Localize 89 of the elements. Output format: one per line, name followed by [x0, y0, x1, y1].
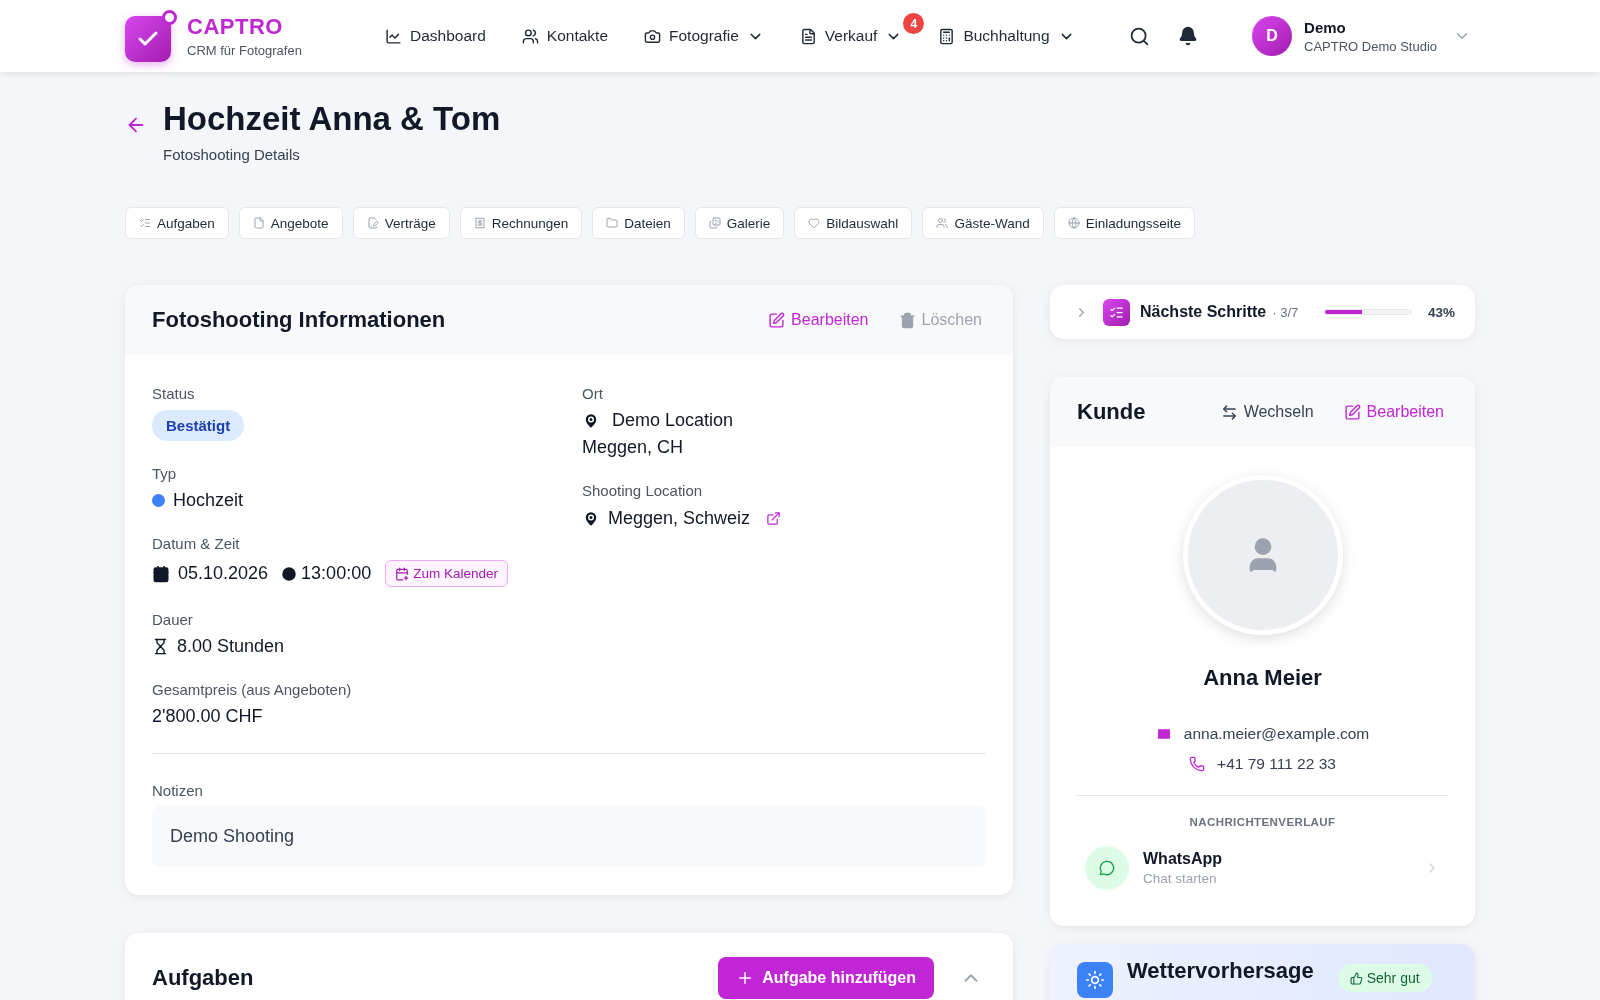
location-name: Demo Location	[612, 410, 734, 431]
customer-name: Anna Meier	[1203, 665, 1322, 691]
field-label: Ort	[582, 385, 604, 402]
section-tab[interactable]: Rechnungen	[459, 207, 583, 239]
calculator-icon	[938, 27, 956, 45]
user-avatar: D	[1252, 16, 1293, 56]
brand-name: CAPTRO	[187, 14, 284, 40]
thumbs-up-icon	[1349, 971, 1363, 985]
edit-button[interactable]: Bearbeiten	[764, 307, 873, 333]
calendar-button[interactable]: Zum Kalender	[385, 560, 508, 587]
chart-icon	[385, 27, 402, 45]
shooting-location-value: Meggen, Schweiz	[608, 508, 751, 529]
folder-icon	[606, 217, 619, 229]
nav-item[interactable]: Fotografie	[638, 19, 770, 53]
nav-item[interactable]: Buchhaltung	[932, 19, 1081, 53]
globe-icon	[1067, 217, 1080, 229]
brand-tagline: CRM für Fotografen	[187, 43, 303, 58]
field-label: Datum & Zeit	[152, 535, 241, 552]
field-label: Shooting Location	[582, 482, 704, 499]
chat-icon	[1085, 846, 1129, 890]
checklist-icon	[1103, 298, 1130, 326]
section-tab[interactable]: Gäste-Wand	[922, 207, 1044, 239]
map-pin-icon	[582, 411, 600, 430]
field-label: Status	[152, 385, 196, 402]
section-heading: NACHRICHTENVERLAUF	[1189, 816, 1336, 828]
users-icon	[936, 217, 949, 229]
studio-name: CAPTRO Demo Studio	[1304, 38, 1437, 54]
checklist-icon	[139, 217, 151, 229]
status-badge: Bestätigt	[152, 410, 245, 441]
sun-icon	[1077, 962, 1113, 998]
users-icon	[521, 27, 539, 45]
phone-link[interactable]: +41 79 111 22 33	[1189, 755, 1336, 773]
time-value: 13:00:00	[301, 563, 372, 584]
nav-item[interactable]: Dashboard	[379, 19, 492, 53]
section-tab[interactable]: Dateien	[592, 207, 685, 239]
card-title: Kunde	[1077, 399, 1147, 425]
field-label: Dauer	[152, 611, 194, 628]
pencil-icon	[768, 311, 786, 329]
page-subtitle: Fotoshooting Details	[163, 146, 301, 163]
calendar-icon	[152, 564, 170, 583]
card-title: Aufgaben	[152, 965, 255, 991]
logo-icon	[125, 10, 177, 62]
field-label: Gesamtpreis (aus Angeboten)	[152, 681, 353, 698]
document-icon	[799, 27, 817, 45]
document-icon	[366, 217, 379, 229]
map-pin-icon	[582, 509, 600, 528]
add-task-button[interactable]: Aufgabe hinzufügen	[718, 957, 934, 999]
nav-item[interactable]: Kontakte	[515, 19, 614, 53]
section-tab[interactable]: Angebote	[238, 207, 343, 239]
user-name: Demo	[1304, 18, 1347, 36]
email-link[interactable]: anna.meier@example.com	[1155, 725, 1370, 743]
whatsapp-item[interactable]: WhatsApp Chat starten	[1077, 836, 1448, 900]
hourglass-icon	[152, 638, 169, 655]
type-value: Hochzeit	[173, 490, 244, 511]
step-count: · 3/7	[1272, 304, 1299, 320]
date-value: 05.10.2026	[178, 563, 269, 584]
card-title: Fotoshooting Informationen	[152, 307, 447, 333]
edit-button[interactable]: Bearbeiten	[1339, 399, 1448, 425]
field-label: Typ	[152, 465, 178, 482]
camera-icon	[644, 27, 661, 45]
bell-icon	[1178, 26, 1199, 46]
section-tab[interactable]: Bildauswahl	[794, 207, 913, 239]
section-tab[interactable]: Einladungsseite	[1053, 207, 1195, 239]
receipt-icon	[473, 217, 486, 229]
trash-icon	[898, 311, 916, 329]
location-city: Meggen, CH	[582, 437, 685, 458]
section-tab[interactable]: Verträge	[352, 207, 450, 239]
search-icon	[1129, 25, 1151, 47]
notes-text: Demo Shooting	[152, 806, 986, 867]
pencil-icon	[1343, 403, 1361, 421]
document-icon	[252, 217, 265, 229]
heart-icon	[808, 217, 821, 229]
weather-title: Wettervorhersage	[1127, 958, 1314, 984]
price-value: 2'800.00 CHF	[152, 706, 264, 727]
phone-icon	[1189, 756, 1206, 772]
switch-button[interactable]: Wechseln	[1216, 399, 1318, 425]
images-icon	[708, 217, 721, 229]
external-link-icon	[766, 511, 782, 526]
swap-arrows-icon	[1220, 403, 1238, 421]
field-label: Notizen	[152, 782, 203, 799]
notification-badge: 4	[903, 13, 925, 34]
calendar-plus-icon	[395, 566, 410, 581]
progress-percent: 43%	[1427, 304, 1455, 320]
section-tab[interactable]: Galerie	[694, 207, 785, 239]
page-title: Hochzeit Anna & Tom	[163, 100, 501, 138]
duration-value: 8.00 Stunden	[177, 636, 285, 657]
rating-badge: Sehr gut	[1337, 964, 1432, 992]
next-steps-title: Nächste Schritte	[1140, 303, 1267, 321]
section-tab[interactable]: Aufgaben	[125, 207, 229, 239]
